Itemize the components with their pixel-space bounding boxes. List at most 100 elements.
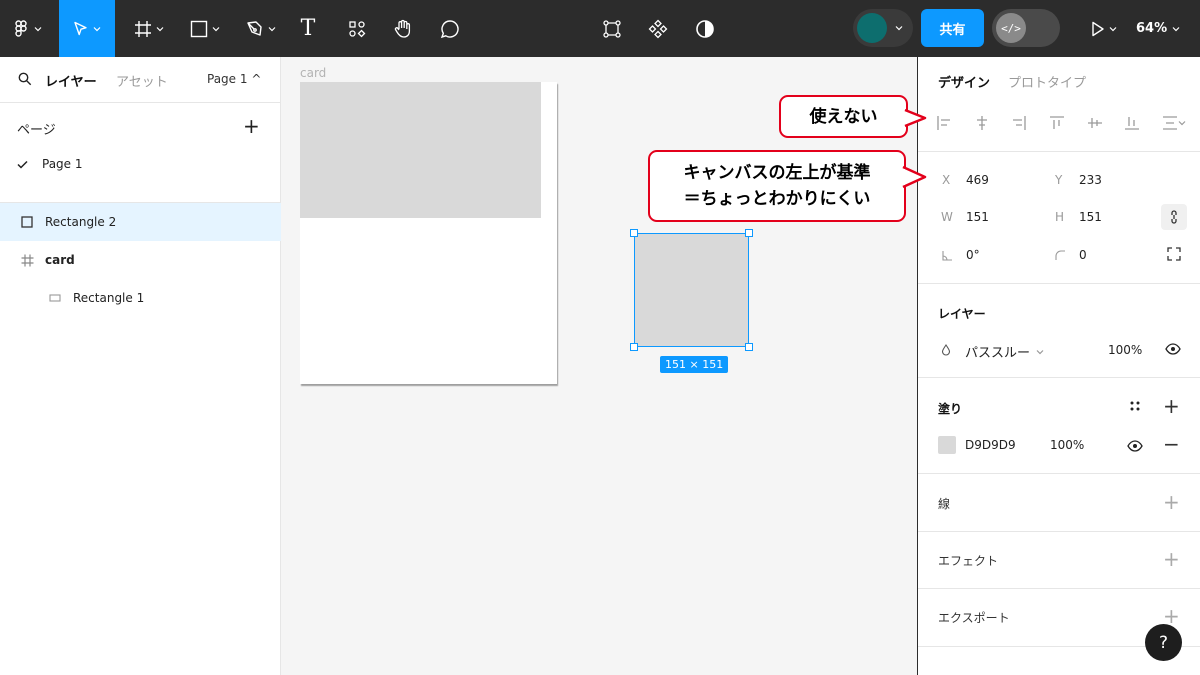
help-button[interactable]: ? <box>1145 624 1182 661</box>
independent-corners-icon[interactable] <box>1167 247 1181 261</box>
rectangle-1[interactable] <box>300 82 541 218</box>
align-left-icon[interactable] <box>936 115 952 131</box>
avatar <box>857 13 887 43</box>
callout-unusable: 使えない <box>779 95 908 138</box>
align-horizontal-center-icon[interactable] <box>974 115 990 131</box>
resize-handle[interactable] <box>745 343 753 351</box>
present-button[interactable] <box>1086 0 1122 57</box>
tab-layers[interactable]: レイヤー <box>45 71 97 90</box>
zoom-dropdown[interactable]: 64% <box>1136 0 1180 57</box>
rectangle-icon <box>20 216 34 228</box>
constrain-proportions-button[interactable] <box>1161 204 1187 230</box>
h-input[interactable]: 151 <box>1079 210 1102 224</box>
page-item[interactable]: Page 1 <box>17 157 83 171</box>
callout-text-line1: キャンバスの左上が基準 <box>683 163 871 183</box>
align-right-icon[interactable] <box>1011 115 1027 131</box>
share-button[interactable]: 共有 <box>921 9 984 47</box>
rotation-input[interactable]: 0° <box>966 248 980 262</box>
layer-label: Rectangle 1 <box>73 291 145 305</box>
frame-label[interactable]: card <box>300 66 326 80</box>
dev-mode-toggle[interactable]: </> <box>992 9 1060 47</box>
fill-opacity-input[interactable]: 100% <box>1050 438 1084 452</box>
chevron-down-icon <box>1178 121 1186 126</box>
eye-icon[interactable] <box>1165 343 1181 355</box>
create-component-button[interactable] <box>646 0 670 57</box>
shape-tool-icon <box>190 20 208 37</box>
remove-fill-button[interactable]: − <box>1163 434 1180 454</box>
text-tool-button[interactable]: T <box>296 0 320 57</box>
comment-tool-icon <box>440 19 459 38</box>
chevron-down-icon <box>268 26 276 31</box>
align-bottom-icon[interactable] <box>1124 115 1140 131</box>
resources-button[interactable] <box>344 0 370 57</box>
blend-mode-dropdown[interactable]: パススルー <box>965 342 1044 361</box>
add-export-button[interactable]: + <box>1163 606 1180 626</box>
comment-tool-button[interactable] <box>437 0 463 57</box>
components-icon <box>349 20 366 37</box>
tab-design[interactable]: デザイン <box>938 72 990 91</box>
user-menu-button[interactable] <box>853 9 913 47</box>
hand-tool-button[interactable] <box>390 0 416 57</box>
search-icon[interactable] <box>18 72 32 86</box>
tab-prototype[interactable]: プロトタイプ <box>1008 72 1086 91</box>
resize-handle[interactable] <box>630 229 638 237</box>
rectangle-2[interactable] <box>634 233 749 347</box>
blend-mode-icon <box>941 344 951 356</box>
add-stroke-button[interactable]: + <box>1163 492 1180 512</box>
layer-row[interactable]: Rectangle 1 <box>0 279 281 317</box>
component-edit-button[interactable] <box>600 0 624 57</box>
size-badge: 151 × 151 <box>660 356 729 373</box>
layer-opacity-input[interactable]: 100% <box>1108 343 1142 357</box>
corner-radius-input[interactable]: 0 <box>1079 248 1087 262</box>
divider <box>918 151 1200 152</box>
divider <box>918 531 1200 532</box>
layer-row[interactable]: card <box>0 241 281 279</box>
fill-section-title: 塗り <box>938 402 963 416</box>
resize-handle[interactable] <box>630 343 638 351</box>
component-diamond-icon <box>648 19 668 38</box>
x-input[interactable]: 469 <box>966 173 989 187</box>
styles-grid-icon[interactable] <box>1129 400 1141 412</box>
callout-text: 使えない <box>809 106 878 127</box>
distribute-menu[interactable] <box>1162 115 1186 131</box>
left-panel-tabs: レイヤー アセット Page 1 ^ <box>0 57 281 103</box>
w-input[interactable]: 151 <box>966 210 989 224</box>
distribute-icon <box>1162 116 1177 130</box>
align-top-icon[interactable] <box>1049 115 1065 131</box>
add-effect-button[interactable]: + <box>1163 549 1180 569</box>
add-page-button[interactable]: + <box>243 116 260 136</box>
zoom-level: 64% <box>1136 21 1168 36</box>
divider <box>918 473 1200 474</box>
fill-color-swatch[interactable] <box>938 436 956 454</box>
tab-assets[interactable]: アセット <box>116 71 168 90</box>
fill-hex-input[interactable]: D9D9D9 <box>965 438 1016 452</box>
eye-icon[interactable] <box>1127 440 1143 452</box>
h-label: H <box>1055 210 1065 224</box>
resize-handle[interactable] <box>745 229 753 237</box>
align-vertical-center-icon[interactable] <box>1087 115 1103 131</box>
layer-row[interactable]: Rectangle 2 <box>0 203 281 241</box>
callout-pointer <box>902 165 927 189</box>
shape-tool-button[interactable] <box>184 0 226 57</box>
move-tool-button[interactable] <box>59 0 115 57</box>
checkmark-icon <box>17 160 28 169</box>
export-section-title: エクスポート <box>938 611 1010 625</box>
link-icon <box>1171 210 1177 224</box>
chevron-down-icon <box>34 26 42 31</box>
page-selector[interactable]: Page 1 ^ <box>207 72 261 86</box>
page-item-label: Page 1 <box>42 157 83 171</box>
code-icon: </> <box>996 13 1026 43</box>
contrast-icon <box>696 19 714 38</box>
callout-pointer <box>904 108 927 128</box>
y-input[interactable]: 233 <box>1079 173 1102 187</box>
pen-tool-icon <box>247 20 262 36</box>
frame-tool-button[interactable] <box>126 0 172 57</box>
card-frame[interactable] <box>300 82 557 384</box>
divider <box>918 377 1200 378</box>
left-panel: レイヤー アセット Page 1 ^ ページ + Page 1 Rectangl… <box>0 57 281 675</box>
chevron-down-icon <box>156 26 164 31</box>
pen-tool-button[interactable] <box>240 0 282 57</box>
main-menu-button[interactable] <box>8 0 48 57</box>
add-fill-button[interactable]: + <box>1163 396 1180 416</box>
appearance-button[interactable] <box>693 0 717 57</box>
